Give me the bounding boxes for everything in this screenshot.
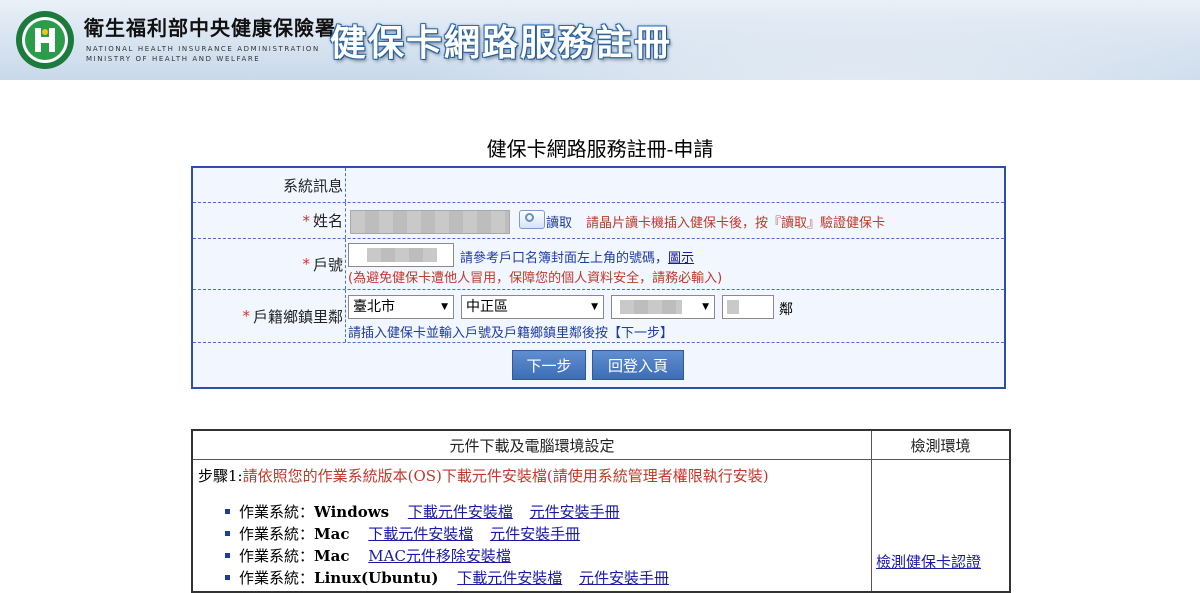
household-no-warning: (為避免健保卡遭他人冒用，保障您的個人資料安全，請務必輸入) bbox=[348, 271, 723, 286]
required-mark: * bbox=[302, 255, 310, 273]
page-title: 健保卡網路服務註冊-申請 bbox=[486, 137, 714, 161]
registry-hint: 請插入健保卡並輸入戶號及戶籍鄉鎮里鄰後按【下一步】 bbox=[348, 326, 674, 341]
install-manual-link[interactable]: 元件安裝手冊 bbox=[530, 503, 620, 521]
city-select[interactable]: 臺北市 ▼ bbox=[348, 295, 454, 319]
neighborhood-input[interactable] bbox=[722, 295, 774, 319]
agency-name-en-line1: NATIONAL HEALTH INSURANCE ADMINISTRATION bbox=[86, 45, 320, 53]
list-item: 作業系統：Windows 下載元件安裝檔 元件安裝手冊 bbox=[225, 501, 681, 523]
name-label: * 姓名 bbox=[302, 211, 343, 231]
name-hint: 請晶片讀卡機插入健保卡後，按『讀取』驗證健保卡 bbox=[586, 216, 886, 231]
back-to-login-button[interactable]: 回登入頁 bbox=[592, 350, 684, 380]
dropdown-arrow-icon: ▼ bbox=[441, 302, 448, 312]
download-header: 元件下載及電腦環境設定 bbox=[193, 431, 871, 460]
check-card-auth-link[interactable]: 檢測健保卡認證 bbox=[876, 551, 981, 572]
village-select[interactable]: ▼ bbox=[611, 295, 715, 319]
mac-uninstaller-link[interactable]: MAC元件移除安裝檔 bbox=[368, 547, 511, 565]
site-title: 健保卡網路服務註冊 bbox=[330, 23, 673, 64]
download-installer-link[interactable]: 下載元件安裝檔 bbox=[368, 525, 473, 543]
os-download-list: 作業系統：Windows 下載元件安裝檔 元件安裝手冊 作業系統：Mac 下載元… bbox=[225, 501, 681, 589]
required-mark: * bbox=[302, 211, 310, 230]
dropdown-arrow-icon: ▼ bbox=[591, 302, 598, 312]
household-no-label: * 戶號 bbox=[302, 255, 343, 274]
name-field[interactable] bbox=[350, 210, 510, 234]
household-no-row: * 戶號 請參考戶口名簿封面左上角的號碼，圖示 (為避免健保卡遭他人冒用，保障您… bbox=[193, 239, 1004, 290]
household-no-hint: 請參考戶口名簿封面左上角的號碼，圖示 bbox=[460, 251, 695, 266]
download-installer-link[interactable]: 下載元件安裝檔 bbox=[408, 503, 513, 521]
read-card-icon[interactable] bbox=[519, 210, 545, 229]
system-message-row: 系統訊息 bbox=[193, 168, 1004, 203]
household-no-diagram-link[interactable]: 圖示 bbox=[668, 251, 694, 266]
agency-name-zh: 衛生福利部中央健康保險署 bbox=[84, 16, 336, 40]
install-manual-link[interactable]: 元件安裝手冊 bbox=[490, 525, 580, 543]
registration-form: 系統訊息 * 姓名 讀取 請晶片讀卡機插入健保卡後，按『讀取』驗證健保卡 * 戶… bbox=[191, 166, 1006, 389]
list-item: 作業系統：Mac MAC元件移除安裝檔 bbox=[225, 545, 681, 567]
system-message-label: 系統訊息 bbox=[282, 176, 343, 195]
nhi-logo-icon bbox=[16, 11, 74, 69]
neighborhood-unit: 鄰 bbox=[779, 302, 793, 318]
read-card-button[interactable]: 讀取 bbox=[546, 212, 572, 231]
install-manual-link[interactable]: 元件安裝手冊 bbox=[579, 569, 669, 587]
district-select[interactable]: 中正區 ▼ bbox=[461, 295, 604, 319]
registry-label: * 戶籍鄉鎮里鄰 bbox=[242, 307, 343, 326]
dropdown-arrow-icon: ▼ bbox=[702, 302, 709, 312]
agency-name-en-line2: MINISTRY OF HEALTH AND WELFARE bbox=[86, 55, 261, 63]
download-table: 元件下載及電腦環境設定 檢測環境 步驟1:請依照您的作業系統版本(OS)下載元件… bbox=[191, 429, 1011, 593]
household-no-input[interactable] bbox=[348, 243, 454, 267]
download-installer-link[interactable]: 下載元件安裝檔 bbox=[457, 569, 562, 587]
header-banner: 衛生福利部中央健康保險署 NATIONAL HEALTH INSURANCE A… bbox=[0, 0, 1200, 80]
check-env-header: 檢測環境 bbox=[872, 431, 1009, 460]
next-button[interactable]: 下一步 bbox=[512, 350, 586, 380]
list-item: 作業系統：Mac 下載元件安裝檔 元件安裝手冊 bbox=[225, 523, 681, 545]
list-item: 作業系統：Linux(Ubuntu) 下載元件安裝檔 元件安裝手冊 bbox=[225, 567, 681, 589]
step1-text: 步驟1:請依照您的作業系統版本(OS)下載元件安裝檔(請使用系統管理者權限執行安… bbox=[198, 467, 769, 485]
required-mark: * bbox=[242, 307, 250, 325]
